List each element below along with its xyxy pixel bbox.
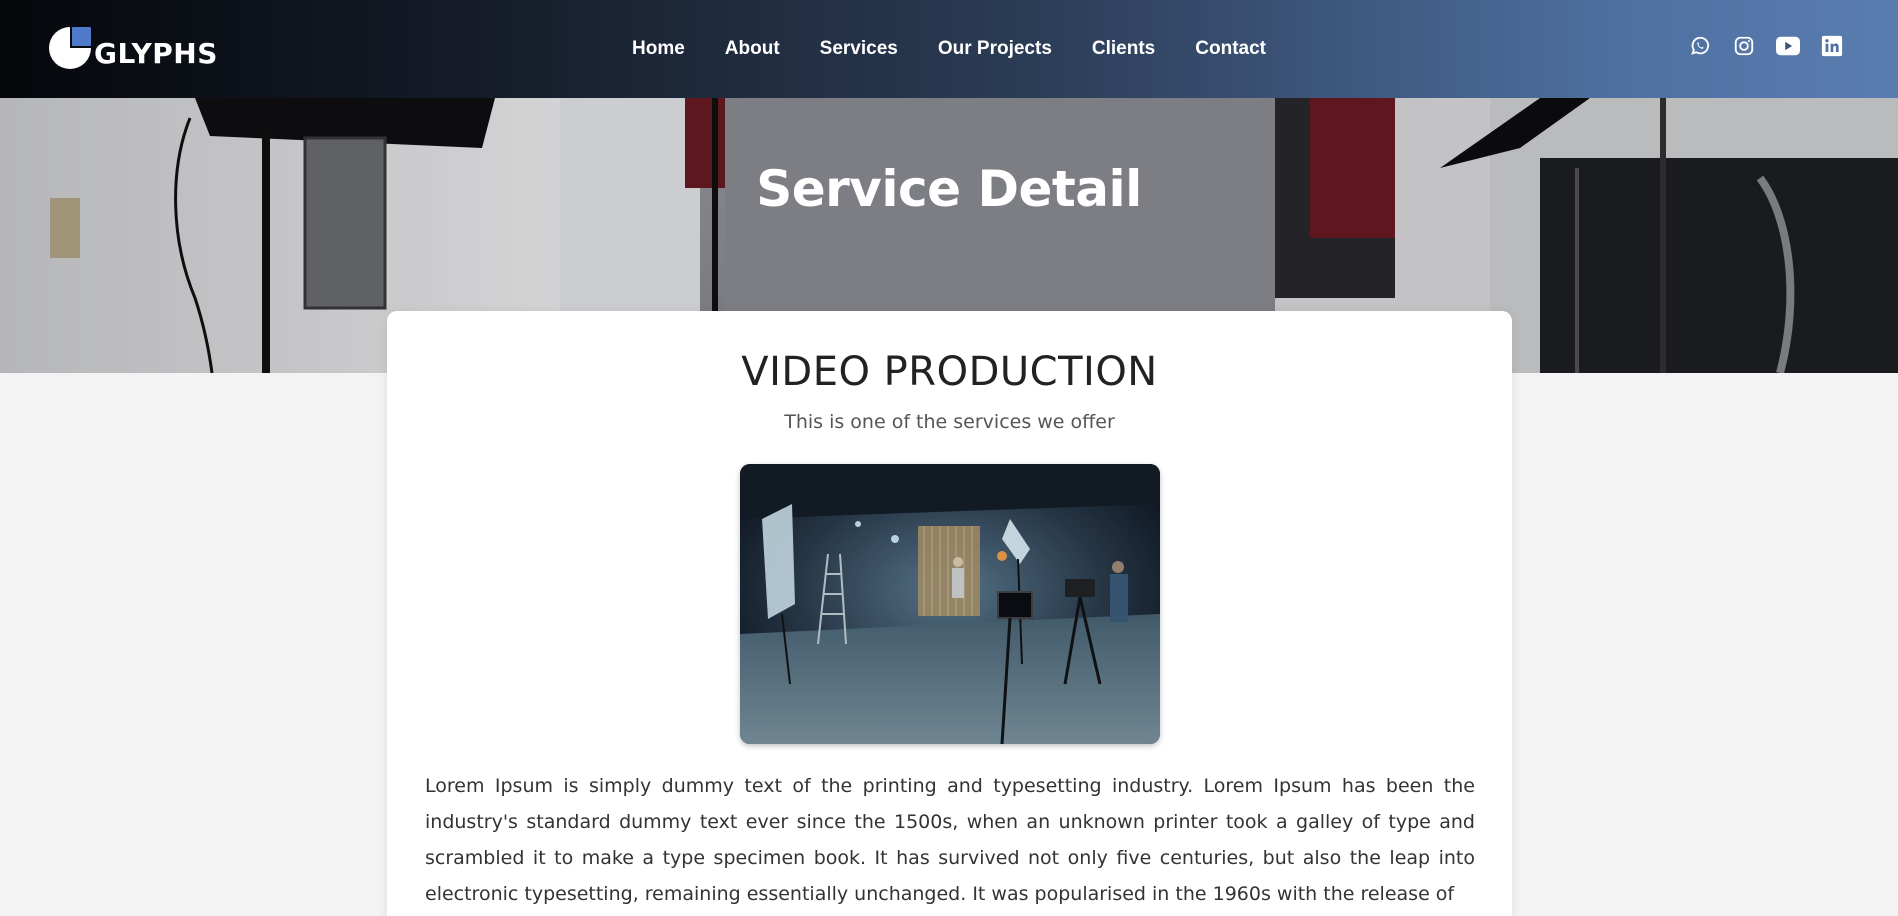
- service-subtitle: This is one of the services we offer: [784, 411, 1115, 433]
- logo-mark-icon: [48, 26, 92, 70]
- linkedin-icon[interactable]: [1820, 34, 1844, 58]
- nav-our-projects[interactable]: Our Projects: [938, 38, 1052, 60]
- nav-contact[interactable]: Contact: [1195, 38, 1266, 60]
- nav-home[interactable]: Home: [632, 38, 685, 60]
- nav-services[interactable]: Services: [820, 38, 898, 60]
- nav-about[interactable]: About: [725, 38, 780, 60]
- youtube-icon[interactable]: [1776, 34, 1800, 58]
- logo[interactable]: GLYPHS: [48, 25, 218, 71]
- logo-text: GLYPHS: [94, 36, 218, 70]
- service-image: [740, 464, 1160, 744]
- nav-clients[interactable]: Clients: [1092, 38, 1155, 60]
- whatsapp-icon[interactable]: [1688, 34, 1712, 58]
- social-links: [1688, 34, 1844, 58]
- main-nav: Home About Services Our Projects Clients…: [0, 0, 1898, 98]
- instagram-icon[interactable]: [1732, 34, 1756, 58]
- hero-title: Service Detail: [756, 160, 1142, 218]
- service-card: VIDEO PRODUCTION This is one of the serv…: [387, 311, 1512, 916]
- site-header: GLYPHS Home About Services Our Projects …: [0, 0, 1898, 98]
- service-description: Lorem Ipsum is simply dummy text of the …: [425, 775, 1475, 905]
- service-title: VIDEO PRODUCTION: [741, 349, 1158, 395]
